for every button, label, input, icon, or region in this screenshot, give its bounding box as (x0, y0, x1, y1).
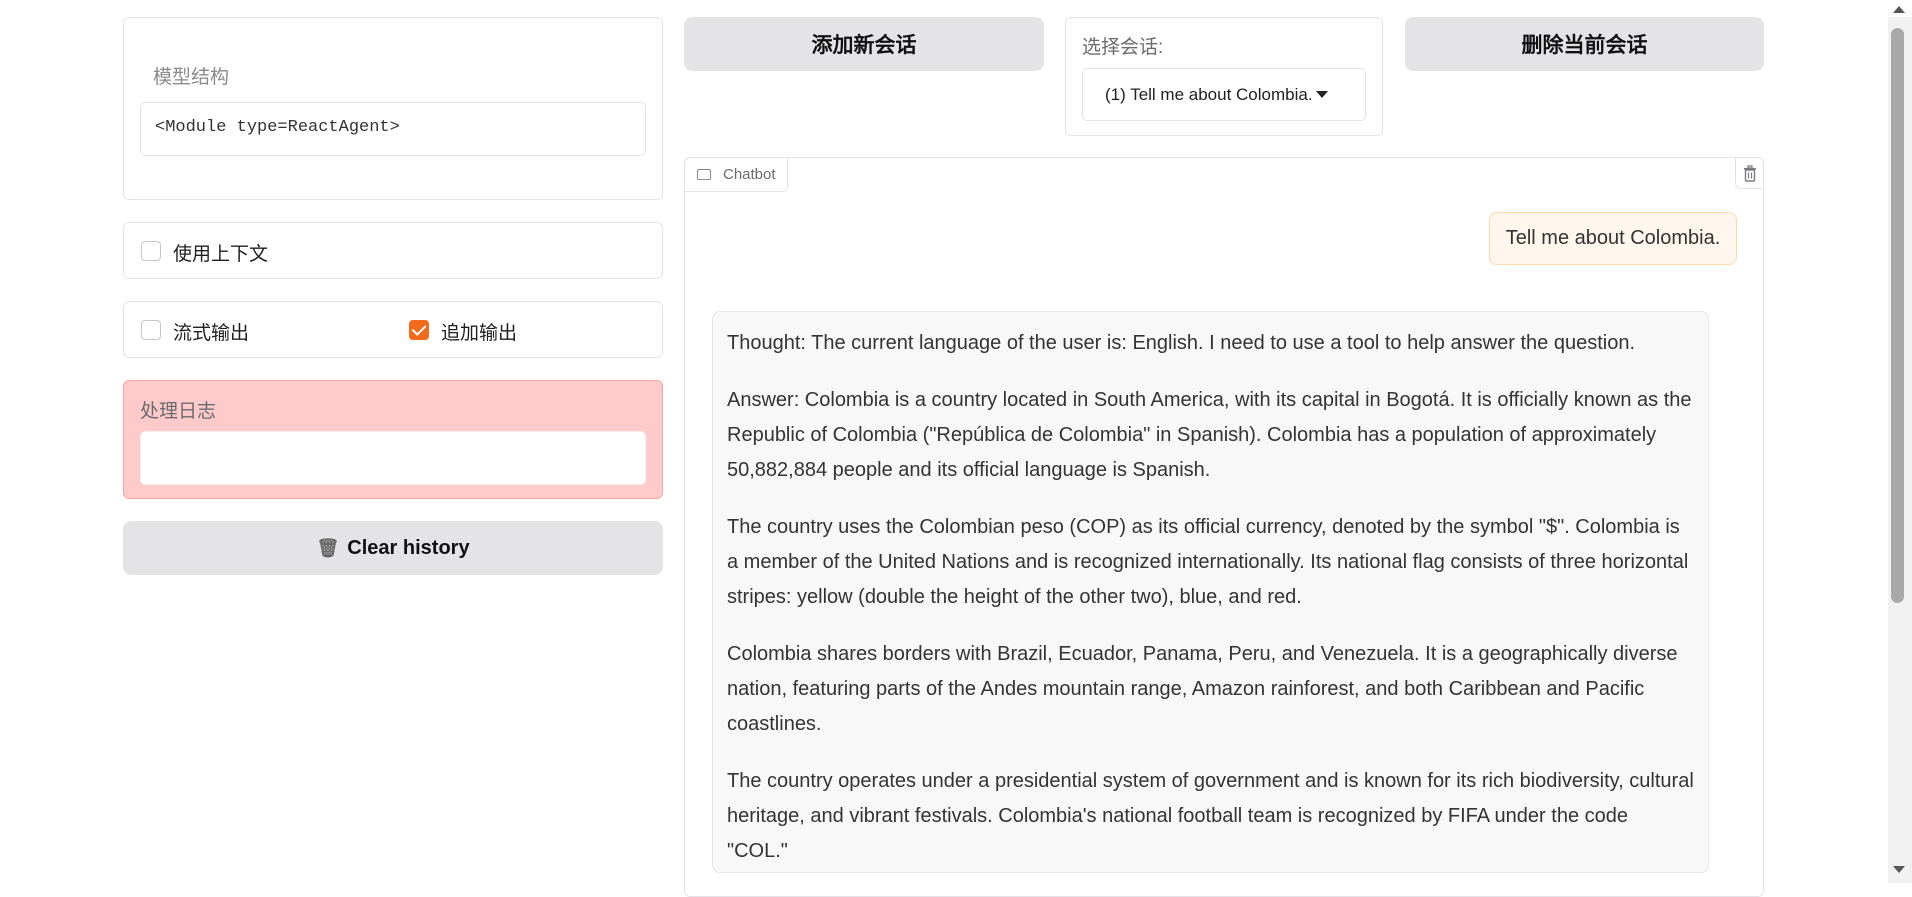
chat-icon (697, 169, 711, 180)
bot-message: Thought: The current language of the use… (712, 311, 1709, 873)
trash-icon: 🗑 (316, 537, 340, 558)
append-output-checkbox[interactable] (409, 320, 429, 340)
delete-session-button[interactable]: 删除当前会话 (1405, 17, 1764, 71)
scrollbar-thumb[interactable] (1891, 28, 1904, 603)
bot-message-paragraph: Colombia shares borders with Brazil, Ecu… (727, 643, 1678, 735)
append-output-label: 追加输出 (441, 323, 518, 344)
chatbot-tab: Chatbot (684, 157, 788, 192)
bot-message-paragraph: Thought: The current language of the use… (727, 332, 1635, 354)
stream-output-checkbox[interactable] (141, 320, 161, 340)
chatbot-tab-label: Chatbot (723, 166, 776, 183)
bot-message-paragraph: Answer: Colombia is a country located in… (727, 389, 1692, 481)
model-structure-label: 模型结构 (153, 67, 230, 88)
processing-log-label: 处理日志 (140, 401, 217, 422)
clear-chat-button[interactable] (1735, 157, 1764, 189)
clear-history-label: Clear history (347, 536, 470, 559)
model-structure-field[interactable]: <Module type=ReactAgent> (140, 102, 646, 156)
trash-icon (1743, 164, 1756, 182)
use-context-panel: 使用上下文 (123, 222, 663, 279)
bot-message-paragraph: The country uses the Colombian peso (COP… (727, 516, 1689, 608)
bot-message-paragraph: The country operates under a presidentia… (727, 770, 1694, 862)
scroll-down-icon[interactable] (1893, 866, 1905, 873)
scroll-up-icon[interactable] (1893, 6, 1905, 13)
clear-history-button[interactable]: 🗑 Clear history (123, 521, 663, 575)
user-message: Tell me about Colombia. (1489, 212, 1737, 265)
stream-output-label: 流式输出 (173, 323, 250, 344)
add-session-button[interactable]: 添加新会话 (684, 17, 1044, 71)
chevron-down-icon[interactable] (1316, 91, 1328, 98)
processing-log-field[interactable] (140, 431, 646, 485)
use-context-checkbox[interactable] (141, 241, 161, 261)
output-options-panel: 流式输出 追加输出 (123, 301, 663, 358)
session-select-label: 选择会话: (1082, 37, 1164, 58)
use-context-label: 使用上下文 (173, 244, 269, 265)
